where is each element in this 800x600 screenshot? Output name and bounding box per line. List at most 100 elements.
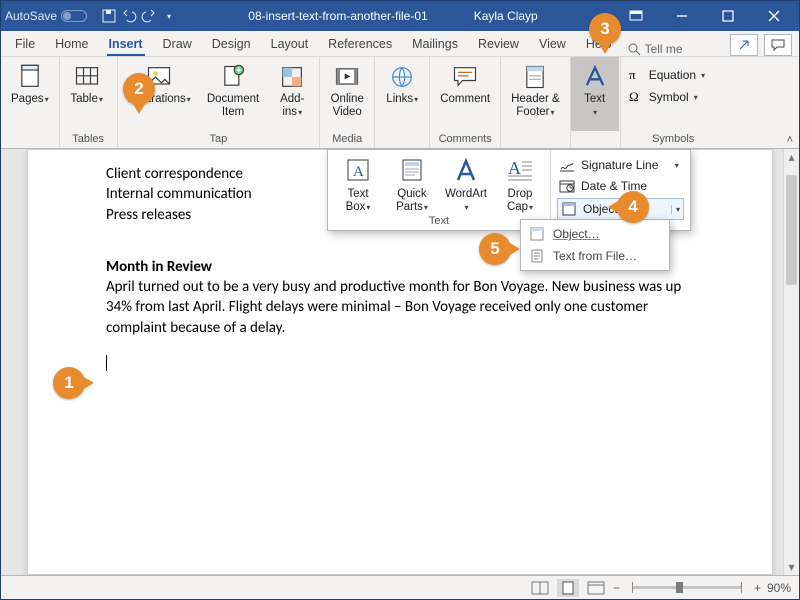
- close-button[interactable]: [753, 1, 795, 31]
- quick-parts-button[interactable]: Quick Parts▾: [390, 156, 434, 213]
- text-box-icon: A: [344, 156, 372, 186]
- table-label: Table: [70, 93, 98, 105]
- search-icon: [628, 43, 641, 56]
- drop-cap-button[interactable]: A Drop Cap▾: [498, 156, 542, 213]
- vertical-scrollbar[interactable]: ▴ ▾: [783, 149, 799, 575]
- text-from-file-icon: [529, 248, 545, 264]
- pages-button[interactable]: Pages▾: [7, 61, 53, 108]
- text-panel-group-label: Text: [328, 213, 550, 230]
- save-icon[interactable]: [101, 8, 117, 24]
- svg-text:A: A: [508, 158, 521, 178]
- signature-line-button[interactable]: Signature Line ▾: [557, 156, 684, 174]
- group-label-media: Media: [320, 131, 374, 148]
- group-label-tap: Tap: [118, 131, 320, 148]
- zoom-slider[interactable]: [632, 586, 742, 589]
- online-video-button[interactable]: Online Video: [326, 61, 368, 121]
- document-workspace: A Text Box▾ Quick Parts▾ WordArt▾ A Drop…: [1, 149, 799, 575]
- tab-draw[interactable]: Draw: [153, 33, 202, 56]
- user-account[interactable]: Kayla Clayp: [468, 9, 544, 23]
- header-footer-icon: [521, 63, 549, 91]
- group-label-links: [375, 131, 429, 148]
- share-button[interactable]: [730, 34, 758, 56]
- object-dropdown-menu: Object… Text from File…: [520, 219, 670, 271]
- tell-me-search[interactable]: Tell me: [622, 42, 689, 56]
- date-time-icon: [559, 178, 575, 194]
- text-button[interactable]: Text▾: [571, 57, 619, 131]
- tab-insert[interactable]: Insert: [99, 33, 153, 56]
- object-icon: [561, 201, 577, 217]
- quick-parts-icon: [398, 156, 426, 186]
- object-menu-text-from-file[interactable]: Text from File…: [521, 245, 669, 267]
- comment-button[interactable]: Comment: [436, 61, 494, 108]
- online-video-label: Online Video: [331, 93, 364, 119]
- print-layout-button[interactable]: [557, 579, 579, 597]
- tab-layout[interactable]: Layout: [261, 33, 319, 56]
- text-label: Text: [584, 93, 605, 105]
- read-mode-icon: [532, 582, 548, 594]
- scroll-down-icon[interactable]: ▾: [784, 559, 799, 575]
- wordart-button[interactable]: WordArt▾: [444, 156, 488, 213]
- tab-references[interactable]: References: [318, 33, 402, 56]
- tab-view[interactable]: View: [529, 33, 576, 56]
- group-label-text: [571, 131, 620, 148]
- ribbon-tabs: File Home Insert Draw Design Layout Refe…: [1, 31, 799, 57]
- drop-cap-icon: A: [506, 156, 534, 186]
- table-button[interactable]: Table▾: [66, 61, 108, 108]
- print-layout-icon: [561, 581, 575, 595]
- signature-line-label: Signature Line: [581, 158, 658, 172]
- chevron-down-icon[interactable]: ▾: [671, 205, 680, 214]
- object-menu-object[interactable]: Object…: [521, 223, 669, 245]
- ribbon-display-options-icon[interactable]: [615, 1, 657, 31]
- document-title: 08-insert-text-from-another-file-01: [248, 9, 427, 23]
- svg-text:Ω: Ω: [629, 89, 639, 104]
- symbol-icon: Ω: [629, 89, 645, 105]
- undo-icon[interactable]: [121, 8, 137, 24]
- text-box-button[interactable]: A Text Box▾: [336, 156, 380, 213]
- comment-label: Comment: [440, 93, 490, 106]
- add-ins-icon: [278, 63, 306, 91]
- document-item-button[interactable]: Document Item: [203, 61, 263, 121]
- links-button[interactable]: Links▾: [381, 61, 423, 108]
- callout-5: 5: [479, 233, 511, 265]
- page-icon: [16, 63, 44, 91]
- callout-2: 2: [123, 73, 155, 105]
- tab-review[interactable]: Review: [468, 33, 529, 56]
- collapse-ribbon-icon[interactable]: ˄: [787, 134, 793, 146]
- equation-button[interactable]: π Equation▾: [627, 65, 707, 85]
- wordart-label: WordArt: [445, 188, 487, 200]
- tab-file[interactable]: File: [5, 33, 45, 56]
- group-label-symbols: Symbols: [621, 131, 726, 148]
- zoom-in-button[interactable]: +: [754, 581, 761, 595]
- date-time-button[interactable]: Date & Time: [557, 177, 684, 195]
- user-name: Kayla Clayp: [474, 9, 538, 23]
- comments-pane-button[interactable]: [764, 34, 792, 56]
- add-ins-button[interactable]: Add- ins▾: [271, 61, 313, 121]
- read-mode-button[interactable]: [529, 579, 551, 597]
- group-label-hf: [501, 131, 570, 148]
- maximize-button[interactable]: [707, 1, 749, 31]
- tell-me-label: Tell me: [645, 42, 683, 56]
- object-menu-text-from-file-label: Text from File…: [553, 249, 637, 263]
- redo-icon[interactable]: [141, 8, 157, 24]
- zoom-slider-thumb[interactable]: [676, 582, 683, 593]
- qat-customize-icon[interactable]: ▾: [161, 8, 177, 24]
- zoom-level[interactable]: 90%: [767, 581, 791, 595]
- autosave-label: AutoSave: [5, 9, 57, 23]
- scroll-up-icon[interactable]: ▴: [784, 149, 799, 165]
- document-item-label: Document Item: [207, 93, 259, 119]
- scroll-thumb[interactable]: [786, 175, 797, 285]
- comment-bubble-icon: [771, 38, 785, 52]
- video-icon: [333, 63, 361, 91]
- symbol-button[interactable]: Ω Symbol▾: [627, 87, 700, 107]
- symbol-label: Symbol: [649, 90, 689, 104]
- tab-mailings[interactable]: Mailings: [402, 33, 468, 56]
- tab-design[interactable]: Design: [202, 33, 261, 56]
- web-layout-button[interactable]: [585, 579, 607, 597]
- tab-home[interactable]: Home: [45, 33, 98, 56]
- table-icon: [73, 63, 101, 91]
- header-footer-button[interactable]: Header & Footer▾: [507, 61, 564, 121]
- autosave-toggle[interactable]: AutoSave: [5, 9, 87, 23]
- zoom-out-button[interactable]: −: [613, 581, 620, 595]
- equation-icon: π: [629, 67, 645, 83]
- minimize-button[interactable]: [661, 1, 703, 31]
